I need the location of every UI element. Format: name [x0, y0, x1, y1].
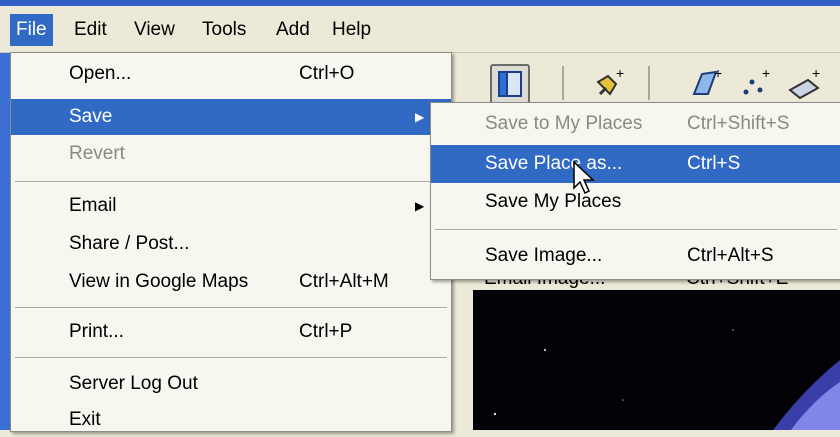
submenu-item-save-place-as[interactable]: Save Place as... Ctrl+S	[431, 145, 840, 183]
menu-item-label: Save Image...	[485, 245, 603, 266]
sidebar-toggle-button[interactable]	[490, 64, 530, 104]
submenu-item-save-to-my-places: Save to My Places Ctrl+Shift+S	[431, 105, 840, 143]
menu-separator	[15, 357, 447, 359]
save-submenu: Save to My Places Ctrl+Shift+S Save Plac…	[430, 102, 840, 280]
path-icon: +	[743, 65, 770, 95]
menu-item-print[interactable]: Print... Ctrl+P	[11, 315, 451, 349]
menu-item-label: Print...	[69, 321, 124, 342]
menu-item-shortcut: Ctrl+Alt+S	[687, 245, 774, 266]
menu-item-label: Save My Places	[485, 191, 622, 212]
menu-item-label: Revert	[69, 143, 125, 164]
globe-view	[493, 329, 840, 430]
submenu-arrow-icon: ▶	[415, 110, 425, 124]
add-overlay-button[interactable]: +	[784, 64, 824, 104]
menu-item-label: Server Log Out	[69, 373, 198, 394]
menu-item-shortcut: Ctrl+S	[687, 153, 741, 174]
globe-viewport[interactable]	[473, 290, 840, 430]
menu-item-view-in-google-maps[interactable]: View in Google Maps Ctrl+Alt+M	[11, 265, 451, 299]
menu-item-shortcut: Ctrl+P	[299, 321, 353, 342]
menu-item-save[interactable]: Save ▶	[11, 99, 451, 135]
menu-item-label: Save	[69, 106, 113, 127]
menu-item-shortcut: Ctrl+O	[299, 63, 355, 84]
pushpin-icon: +	[596, 65, 624, 96]
menu-item-revert: Revert	[11, 137, 451, 171]
toolbar-separator	[648, 66, 650, 100]
image-overlay-icon: +	[788, 65, 820, 100]
menu-file[interactable]: File	[10, 14, 53, 46]
menu-separator	[435, 229, 837, 231]
toolbar-separator	[562, 66, 564, 100]
menu-bar: File Edit View Tools Add Help	[0, 6, 840, 53]
menu-separator	[15, 307, 447, 309]
svg-text:+: +	[762, 65, 770, 81]
submenu-item-save-image[interactable]: Save Image... Ctrl+Alt+S	[431, 237, 840, 275]
menu-item-email[interactable]: Email ▶	[11, 189, 451, 223]
add-polygon-button[interactable]: +	[688, 64, 728, 104]
menu-edit[interactable]: Edit	[68, 14, 113, 46]
menu-help[interactable]: Help	[326, 14, 377, 46]
svg-text:+: +	[616, 65, 624, 81]
menu-separator	[15, 181, 447, 183]
add-path-button[interactable]: +	[736, 64, 776, 104]
menu-item-label: Email	[69, 195, 117, 216]
mouse-cursor-icon	[573, 160, 595, 195]
polygon-icon: +	[692, 65, 722, 95]
add-placemark-button[interactable]: +	[592, 64, 632, 104]
menu-view[interactable]: View	[128, 14, 181, 46]
file-menu: Open... Ctrl+O Save ▶ Revert Email ▶ Sha…	[10, 52, 452, 432]
window-left-border	[0, 53, 10, 430]
menu-item-exit[interactable]: Exit	[11, 403, 451, 437]
menu-item-label: View in Google Maps	[69, 271, 249, 292]
menu-item-label: Save Place as...	[485, 153, 623, 174]
sidebar-panel-icon	[498, 71, 522, 97]
menu-tools[interactable]: Tools	[196, 14, 252, 46]
menu-item-shortcut: Ctrl+Alt+M	[299, 271, 389, 292]
menu-item-label: Save to My Places	[485, 113, 643, 134]
submenu-item-save-my-places[interactable]: Save My Places	[431, 183, 840, 221]
menu-item-label: Open...	[69, 63, 132, 84]
menu-item-open[interactable]: Open... Ctrl+O	[11, 57, 451, 91]
submenu-arrow-icon: ▶	[415, 199, 425, 213]
menu-item-server-log-out[interactable]: Server Log Out	[11, 367, 451, 401]
menu-add[interactable]: Add	[270, 14, 316, 46]
svg-text:+: +	[714, 65, 722, 81]
menu-item-label: Exit	[69, 409, 101, 430]
menu-item-shortcut: Ctrl+Shift+S	[687, 113, 790, 134]
svg-text:+: +	[812, 65, 820, 81]
menu-item-share-post[interactable]: Share / Post...	[11, 227, 451, 261]
menu-item-label: Share / Post...	[69, 233, 190, 254]
